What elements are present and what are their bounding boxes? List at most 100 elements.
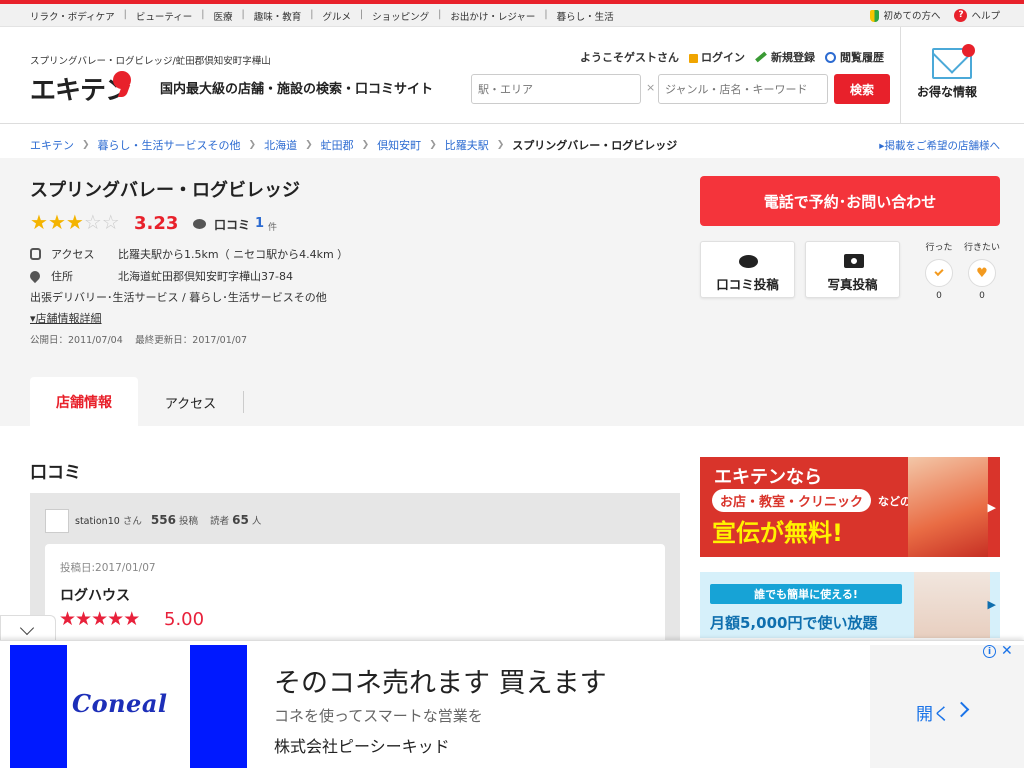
ad-open-button[interactable]: 開く	[916, 700, 950, 725]
category-leisure[interactable]: お出かけ・レジャー	[450, 9, 535, 23]
breadcrumb-arrow-icon: ❯	[82, 140, 90, 150]
register-link[interactable]: 新規登録	[755, 49, 815, 65]
category-medical[interactable]: 医療	[214, 9, 233, 23]
pencil-icon	[755, 51, 767, 63]
star-icon: ★	[30, 210, 48, 234]
area-search-input[interactable]	[471, 74, 641, 104]
address-label: 住所	[51, 270, 73, 283]
breadcrumb-item[interactable]: 倶知安町	[377, 137, 421, 153]
help-icon: ?	[954, 8, 968, 22]
register-label: 新規登録	[771, 51, 815, 64]
ad-close-icon[interactable]: ✕	[1001, 643, 1013, 659]
welcome-text: ようこそゲストさん	[580, 51, 679, 64]
banner2-photo	[914, 572, 990, 638]
ad-headline[interactable]: そのコネ売れます 買えます	[274, 661, 607, 700]
category-living[interactable]: 暮らし・生活	[557, 9, 614, 23]
category-relax[interactable]: リラク・ボディケア	[30, 9, 115, 23]
review-unit: 件	[268, 223, 278, 233]
tab-shop-info[interactable]: 店舗情報	[30, 377, 138, 426]
category-gourmet[interactable]: グルメ	[322, 9, 351, 23]
star-icon: ★	[123, 608, 140, 630]
category-beauty[interactable]: ビューティー	[136, 9, 192, 23]
ad-logo[interactable]: Coneal	[10, 645, 247, 768]
breadcrumb-item[interactable]: エキテン	[30, 137, 74, 153]
train-icon	[30, 248, 41, 260]
breadcrumb-item[interactable]: 暮らし・生活サービスその他	[98, 137, 241, 153]
flat-rate-banner[interactable]: 誰でも簡単に使える! 月額5,000円で使い放題 ▶	[700, 572, 1000, 638]
went-count: 0	[936, 291, 942, 301]
chevron-right-icon	[953, 701, 970, 718]
banner1-photo	[908, 457, 988, 557]
shop-name: スプリングバレー・ログビレッジ	[30, 180, 300, 201]
breadcrumb-item[interactable]: 北海道	[264, 137, 297, 153]
heart-icon: ♥	[976, 265, 988, 281]
review-count-link[interactable]: 1	[255, 216, 264, 231]
shop-detail-label: 店舗情報詳細	[35, 312, 102, 325]
bottom-ad[interactable]: Coneal そのコネ売れます 買えます コネを使ってスマートな営業を 株式会社…	[0, 640, 1024, 768]
banner1-heading: エキテンなら	[714, 467, 822, 488]
post-review-button[interactable]: 口コミ投稿	[700, 241, 795, 298]
star-icon: ★	[91, 608, 108, 630]
breadcrumb-item[interactable]: 比羅夫駅	[445, 137, 489, 153]
lock-icon	[689, 53, 698, 63]
want-label: 行きたい	[963, 243, 1000, 253]
reviewer-info: station10 さん 556 投稿 読者 65 人	[75, 513, 261, 527]
category-bar: リラク・ボディケア | ビューティー | 医療 | 趣味・教育 | グルメ | ショッピン…	[0, 4, 1024, 27]
ad-company: 株式会社ピーシーキッド	[274, 737, 450, 756]
collapse-ad-button[interactable]	[0, 615, 56, 642]
ad-logo-bar-left	[10, 645, 67, 768]
readers-label: 読者	[210, 516, 230, 527]
breadcrumb-arrow-icon: ❯	[496, 140, 505, 150]
camera-icon	[844, 254, 864, 268]
star-icon: ★	[47, 210, 66, 234]
beginner-link[interactable]: 初めての方へ	[883, 8, 940, 22]
star-icon: ★	[59, 608, 76, 630]
publish-dates: 公開日：2011/07/04 最終更新日：2017/01/07	[30, 335, 248, 346]
search-button[interactable]: 検索	[834, 74, 890, 104]
free-ad-banner[interactable]: エキテンなら お店・教室・クリニック などの 宣伝が無料! ▶	[700, 457, 1000, 557]
category-shopping[interactable]: ショッピング	[372, 9, 429, 23]
avatar[interactable]	[45, 509, 69, 533]
want-button[interactable]: ♥	[968, 259, 996, 287]
category-nav: リラク・ボディケア | ビューティー | 医療 | 趣味・教育 | グルメ | ショッピン…	[30, 9, 614, 23]
login-link[interactable]: ログイン	[689, 49, 745, 65]
site-tagline: 国内最大級の店舗・施設の検索・口コミサイト	[160, 82, 434, 97]
banner2-headline: 月額5,000円で使い放題	[710, 614, 878, 632]
went-label: 行った	[925, 243, 953, 253]
reviewer-name[interactable]: station10	[75, 516, 120, 527]
reviewer-suffix: さん	[122, 516, 142, 527]
clear-area-icon[interactable]: ×	[646, 81, 655, 94]
breadcrumb-item[interactable]: 虻田郡	[321, 137, 354, 153]
shop-summary: スプリングバレー・ログビレッジ ★ ★ ★ ☆ ☆ 3.23 口コミ 1 件 ア…	[0, 158, 1024, 426]
star-icon: ★	[65, 210, 84, 234]
history-link[interactable]: 閲覧履歴	[825, 49, 884, 65]
ad-open-area[interactable]: 開く	[870, 645, 1024, 768]
deals-label: お得な情報	[917, 85, 978, 99]
tab-access[interactable]: アクセス	[138, 391, 244, 413]
ad-logo-bar-right	[190, 645, 247, 768]
help-link[interactable]: ヘルプ	[971, 8, 1000, 22]
breadcrumb: エキテン ❯ 暮らし・生活サービスその他 ❯ 北海道 ❯ 虻田郡 ❯ 倶知安町 ❯ 比羅夫…	[30, 137, 677, 153]
star-icon: ★	[107, 608, 124, 630]
history-icon	[825, 51, 836, 63]
category-hobby[interactable]: 趣味・教育	[254, 9, 302, 23]
post-photo-button[interactable]: 写真投稿	[805, 241, 900, 298]
access-row: アクセス 比羅夫駅から1.5km（ ニセコ駅から4.4km ）	[30, 246, 348, 262]
banner1-sub: などの	[878, 495, 911, 508]
genre-links[interactable]: 出張デリバリー･生活サービス / 暮らし･生活サービスその他	[30, 289, 327, 305]
went-button[interactable]	[925, 259, 953, 287]
deals-button[interactable]: お得な情報	[900, 27, 1024, 123]
ad-brand: Coneal	[72, 689, 168, 718]
shop-detail-toggle[interactable]: ▾店舗情報詳細	[30, 310, 102, 326]
review-title: ログハウス	[60, 588, 130, 604]
keyword-search-input[interactable]	[658, 74, 828, 104]
reviews-section-title: 口コミ	[30, 463, 81, 483]
ad-info-icon[interactable]: i	[983, 645, 996, 658]
review-score: 5.00	[164, 609, 205, 630]
reviewer-readers: 65	[232, 513, 249, 527]
banner2-heading: 誰でも簡単に使える!	[710, 584, 902, 604]
readers-unit: 人	[251, 516, 262, 527]
listing-request-link[interactable]: ▸掲載をご希望の店舗様へ	[879, 138, 1000, 153]
call-reserve-button[interactable]: 電話で予約･お問い合わせ	[700, 176, 1000, 226]
login-label: ログイン	[701, 51, 745, 64]
